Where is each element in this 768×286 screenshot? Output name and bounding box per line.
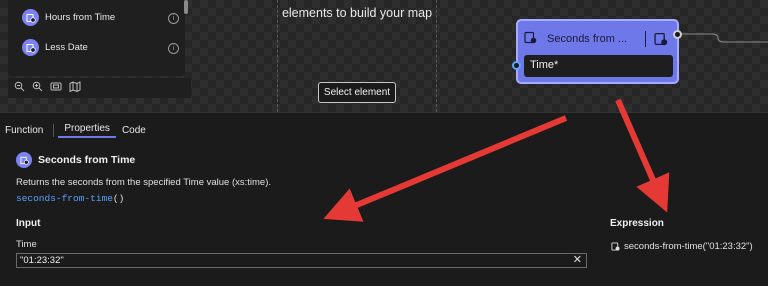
function-toolbox: Hours from Time i Less Date i (8, 0, 188, 76)
expression-value: seconds-from-time("01:23:32") (624, 241, 753, 252)
input-heading: Input (16, 218, 41, 229)
clock-function-icon (22, 9, 39, 26)
map-canvas[interactable]: Hours from Time i Less Date i elements t… (0, 0, 768, 112)
function-title: Seconds from Time (38, 154, 136, 166)
signature-parens: () (112, 193, 125, 204)
info-icon[interactable]: i (168, 43, 179, 54)
tab-divider (53, 123, 55, 137)
node-output-port[interactable] (673, 30, 682, 39)
properties-tabs: Function Properties Code (0, 121, 152, 139)
node-input-port[interactable] (512, 61, 521, 70)
fit-view-icon[interactable] (50, 81, 62, 95)
function-signature: seconds-from-time() (16, 193, 124, 204)
properties-pane: Function Properties Code Seconds from Ti… (0, 112, 768, 286)
node-output-connection (682, 33, 768, 43)
info-icon[interactable]: i (168, 13, 179, 24)
tab-code[interactable]: Code (116, 125, 152, 136)
canvas-empty-message: elements to build your map (281, 6, 433, 20)
zoom-toolbar (8, 78, 191, 98)
time-input-box[interactable]: ✕ (16, 253, 587, 268)
toolbox-scrollbar[interactable] (184, 0, 188, 14)
clock-function-icon (22, 39, 39, 56)
clock-function-icon (16, 152, 32, 168)
node-title: Seconds from ... (547, 33, 628, 45)
function-header: Seconds from Time (16, 152, 135, 168)
clear-input-icon[interactable]: ✕ (573, 254, 582, 267)
zoom-in-icon[interactable] (32, 81, 43, 95)
zoom-out-icon[interactable] (14, 81, 25, 95)
toolbox-item-label: Less Date (45, 42, 88, 53)
function-node-seconds-from-time[interactable]: Seconds from ... Time* (516, 19, 679, 84)
tab-function[interactable]: Function (0, 125, 49, 136)
clock-function-icon (524, 31, 537, 47)
expression-heading: Expression (610, 218, 664, 229)
toolbox-item-hours-from-time[interactable]: Hours from Time (22, 9, 115, 26)
drop-zone-border-right (436, 0, 437, 112)
node-input-row[interactable]: Time* (524, 55, 673, 77)
tab-properties[interactable]: Properties (58, 123, 116, 138)
signature-link[interactable]: seconds-from-time (16, 193, 113, 204)
function-description: Returns the seconds from the specified T… (16, 177, 272, 188)
clock-function-icon[interactable] (654, 32, 668, 49)
node-header: Seconds from ... (524, 27, 674, 51)
toolbox-item-less-date[interactable]: Less Date (22, 39, 88, 56)
toolbox-item-label: Hours from Time (45, 12, 116, 23)
map-icon[interactable] (69, 81, 81, 95)
clock-function-icon (611, 242, 620, 251)
time-field-label: Time (16, 239, 37, 250)
select-element-button[interactable]: Select element (318, 82, 396, 103)
node-header-divider (645, 31, 646, 47)
node-input-label: Time* (530, 59, 559, 71)
time-input[interactable] (20, 254, 560, 267)
expression-row: seconds-from-time("01:23:32") (611, 241, 753, 252)
